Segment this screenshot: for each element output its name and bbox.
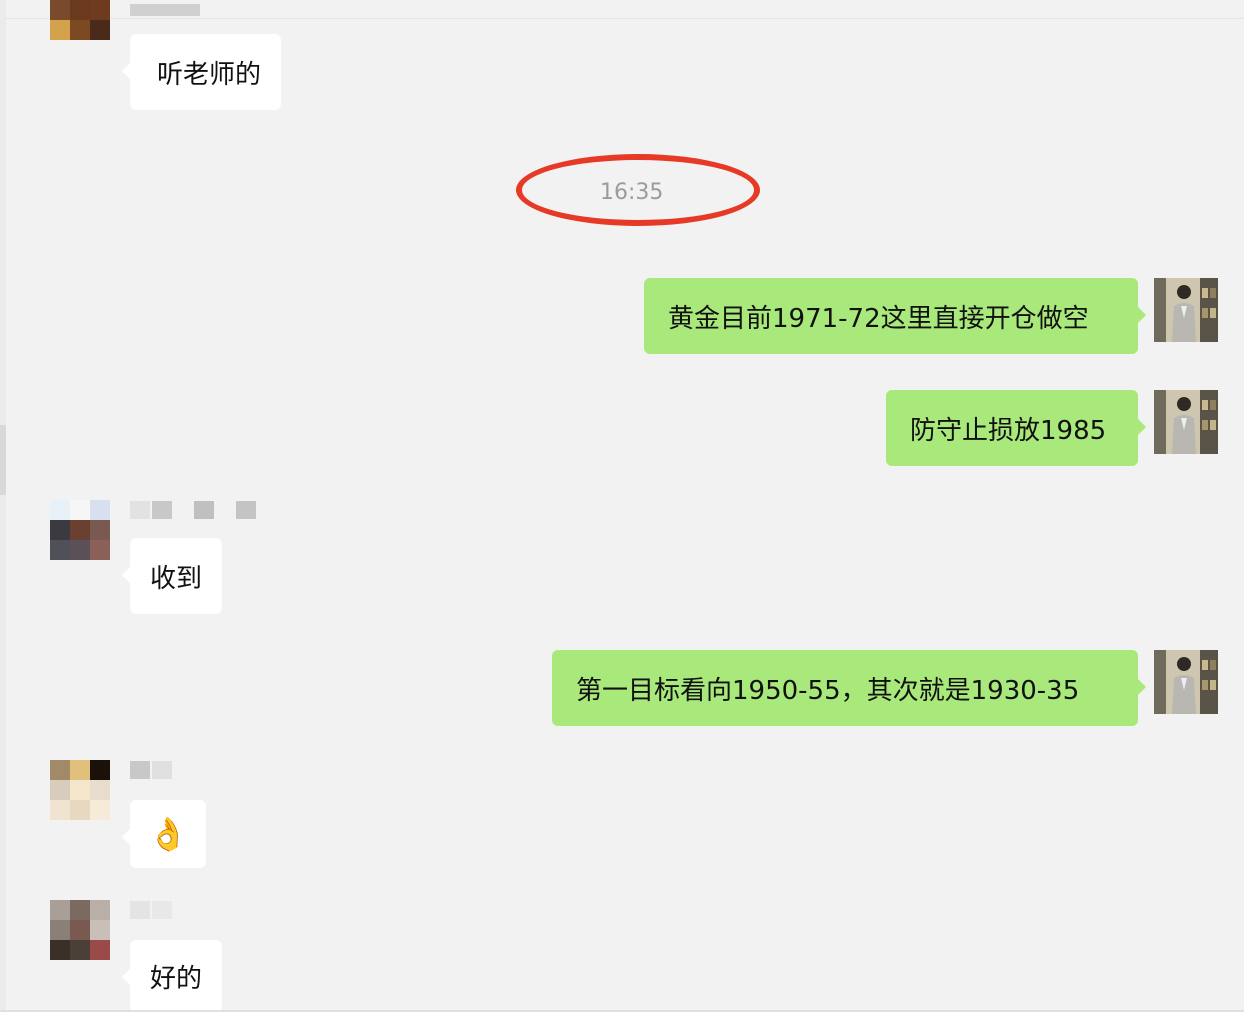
sender-name-blurred: [130, 4, 200, 22]
avatar[interactable]: [1154, 278, 1218, 342]
avatar[interactable]: [50, 500, 110, 560]
message-bubble-received[interactable]: 👌: [122, 800, 206, 868]
timestamp-annotation-ring: [516, 154, 760, 226]
message-bubble-received[interactable]: 收到: [121, 538, 223, 614]
message-text: 收到: [150, 563, 203, 594]
message-bubble-sent[interactable]: 黄金目前1971-72这里直接开仓做空: [644, 278, 1146, 354]
avatar[interactable]: [50, 900, 110, 960]
sender-name-blurred: [130, 761, 172, 779]
avatar[interactable]: [50, 760, 110, 820]
message-bubble-sent[interactable]: 防守止损放1985: [886, 390, 1146, 466]
window-left-edge: [0, 0, 6, 1012]
message-bubble-received[interactable]: 听老师的: [121, 34, 282, 110]
message-text: 防守止损放1985: [910, 415, 1107, 446]
message-bubble-received[interactable]: 好的: [121, 940, 223, 1012]
sender-name-blurred: [130, 501, 256, 519]
sender-name-blurred: [130, 901, 172, 919]
avatar[interactable]: [1154, 650, 1218, 714]
message-text: 好的: [150, 963, 203, 994]
ok-hand-emoji: 👌: [148, 815, 188, 853]
message-text: 黄金目前1971-72这里直接开仓做空: [668, 303, 1089, 334]
avatar[interactable]: [1154, 390, 1218, 454]
message-bubble-sent[interactable]: 第一目标看向1950-55，其次就是1930-35: [552, 650, 1146, 726]
avatar[interactable]: [50, 0, 110, 60]
message-text: 听老师的: [157, 59, 262, 90]
message-text: 第一目标看向1950-55，其次就是1930-35: [576, 675, 1080, 706]
